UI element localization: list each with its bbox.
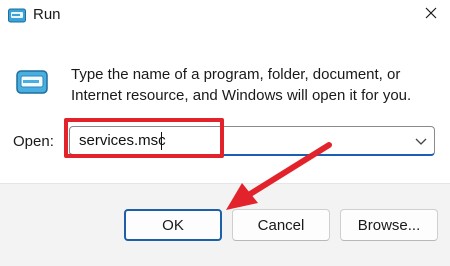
ok-button[interactable]: OK bbox=[124, 209, 222, 241]
cancel-button[interactable]: Cancel bbox=[232, 209, 330, 241]
run-program-icon bbox=[16, 70, 48, 94]
instruction-text: Type the name of a program, folder, docu… bbox=[71, 66, 412, 104]
window-title: Run bbox=[33, 6, 61, 23]
open-label: Open: bbox=[13, 133, 54, 150]
close-button[interactable] bbox=[416, 2, 446, 28]
browse-button[interactable]: Browse... bbox=[340, 209, 438, 241]
close-icon bbox=[425, 6, 437, 24]
annotation-highlight-box bbox=[64, 118, 224, 158]
title-bar[interactable]: Run bbox=[0, 0, 450, 32]
run-icon bbox=[8, 8, 26, 23]
run-dialog: Run Type the name of a program, folder, … bbox=[0, 0, 450, 266]
chevron-down-icon[interactable] bbox=[414, 135, 428, 147]
